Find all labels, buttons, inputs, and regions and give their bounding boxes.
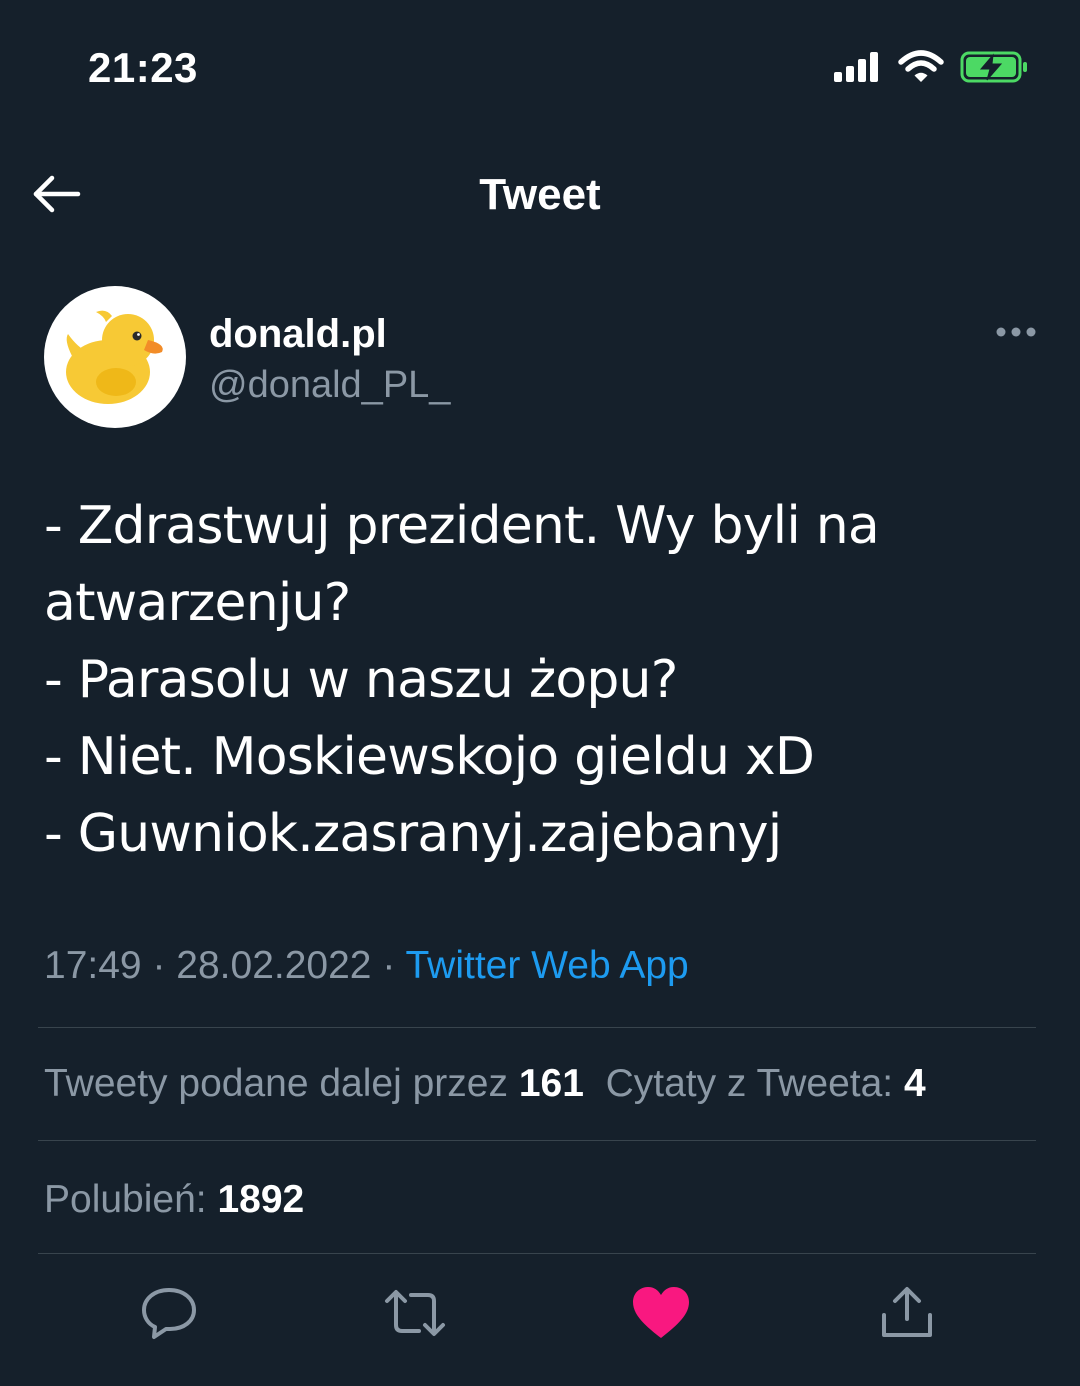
status-bar: 21:23 — [0, 0, 1080, 130]
battery-charging-icon — [960, 50, 1030, 89]
tweet-source-link[interactable]: Twitter Web App — [405, 944, 688, 987]
tweet-text: - Zdrastwuj prezident. Wy byli na atwarz… — [44, 496, 880, 864]
wifi-icon — [898, 49, 944, 89]
quotes-stat[interactable]: Cytaty z Tweeta: 4 — [606, 1062, 926, 1105]
retweets-label: Tweety podane dalej przez — [44, 1062, 508, 1105]
more-dots-icon — [994, 327, 1044, 344]
stats-row-likes[interactable]: Polubień: 1892 — [44, 1178, 304, 1222]
header-bar: Tweet — [0, 150, 1080, 240]
divider — [38, 1140, 1036, 1141]
avatar[interactable] — [44, 286, 186, 428]
share-button[interactable] — [872, 1280, 942, 1350]
divider — [38, 1027, 1036, 1028]
tweet-meta: 17:49 · 28.02.2022 · Twitter Web App — [44, 944, 689, 988]
retweets-count: 161 — [518, 1062, 584, 1105]
share-icon — [878, 1285, 936, 1346]
page-title: Tweet — [479, 170, 601, 219]
tweet-actions — [0, 1280, 1080, 1350]
reply-icon — [140, 1286, 198, 1345]
likes-count: 1892 — [217, 1178, 305, 1221]
status-icons — [834, 48, 1030, 90]
like-icon — [631, 1286, 691, 1345]
status-time: 21:23 — [88, 44, 198, 91]
likes-label: Polubień: — [44, 1178, 207, 1221]
tweet-author: donald.pl @donald_PL_ — [44, 286, 1044, 436]
like-button[interactable] — [626, 1280, 696, 1350]
quotes-label: Cytaty z Tweeta: — [605, 1062, 894, 1105]
tweet-date: 28.02.2022 — [176, 944, 372, 987]
signal-icon — [834, 51, 882, 87]
more-options-button[interactable] — [994, 324, 1044, 340]
author-handle[interactable]: @donald_PL_ — [209, 364, 450, 407]
author-display-name[interactable]: donald.pl — [209, 312, 387, 357]
meta-separator: · — [382, 944, 396, 987]
divider — [38, 1253, 1036, 1254]
rubber-duck-avatar — [66, 310, 163, 404]
retweets-stat[interactable]: Tweety podane dalej przez 161 — [44, 1062, 584, 1105]
meta-separator: · — [152, 944, 166, 987]
stats-row-retweets: Tweety podane dalej przez 161 Cytaty z T… — [44, 1062, 926, 1106]
quotes-count: 4 — [903, 1062, 926, 1105]
reply-button[interactable] — [134, 1280, 204, 1350]
retweet-button[interactable] — [380, 1280, 450, 1350]
retweet-icon — [383, 1287, 447, 1344]
tweet-time: 17:49 — [44, 944, 142, 987]
